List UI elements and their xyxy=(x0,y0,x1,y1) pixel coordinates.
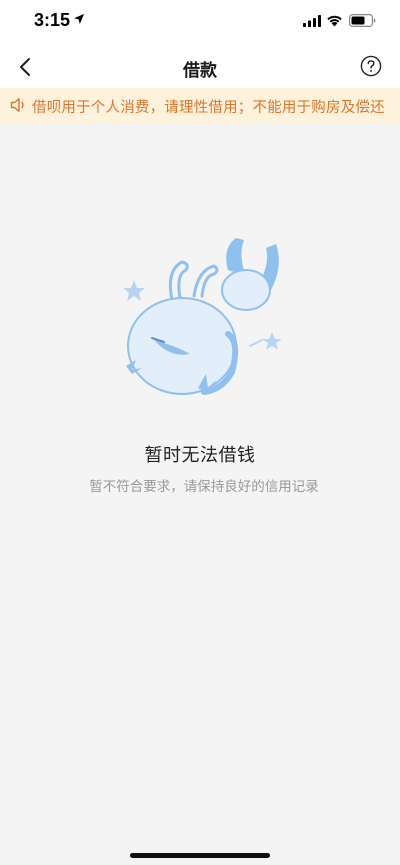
screen: 3:15 借款 借呗用于个人消费，请理性借用；不能用于购房及偿还 暂时无法借钱 … xyxy=(0,0,400,865)
notice-bar[interactable]: 借呗用于个人消费，请理性借用；不能用于购房及偿还 xyxy=(0,88,400,123)
empty-state-description: 暂不符合要求，请保持良好的信用记录 xyxy=(89,479,319,495)
page-title: 借款 xyxy=(183,61,217,81)
notice-text: 借呗用于个人消费，请理性借用；不能用于购房及偿还 xyxy=(32,100,385,116)
empty-state-title: 暂时无法借钱 xyxy=(144,445,256,466)
battery-icon xyxy=(349,14,376,27)
signal-icon xyxy=(303,15,321,27)
nav-bar: 借款 xyxy=(0,46,400,88)
help-circle-icon[interactable] xyxy=(360,55,382,77)
empty-state-illustration xyxy=(123,238,282,395)
home-indicator[interactable] xyxy=(130,853,270,858)
status-bar: 3:15 xyxy=(0,0,400,46)
location-arrow-icon xyxy=(74,14,84,24)
status-time: 3:15 xyxy=(34,10,71,30)
wifi-icon xyxy=(327,15,342,27)
speaker-icon xyxy=(10,98,24,112)
